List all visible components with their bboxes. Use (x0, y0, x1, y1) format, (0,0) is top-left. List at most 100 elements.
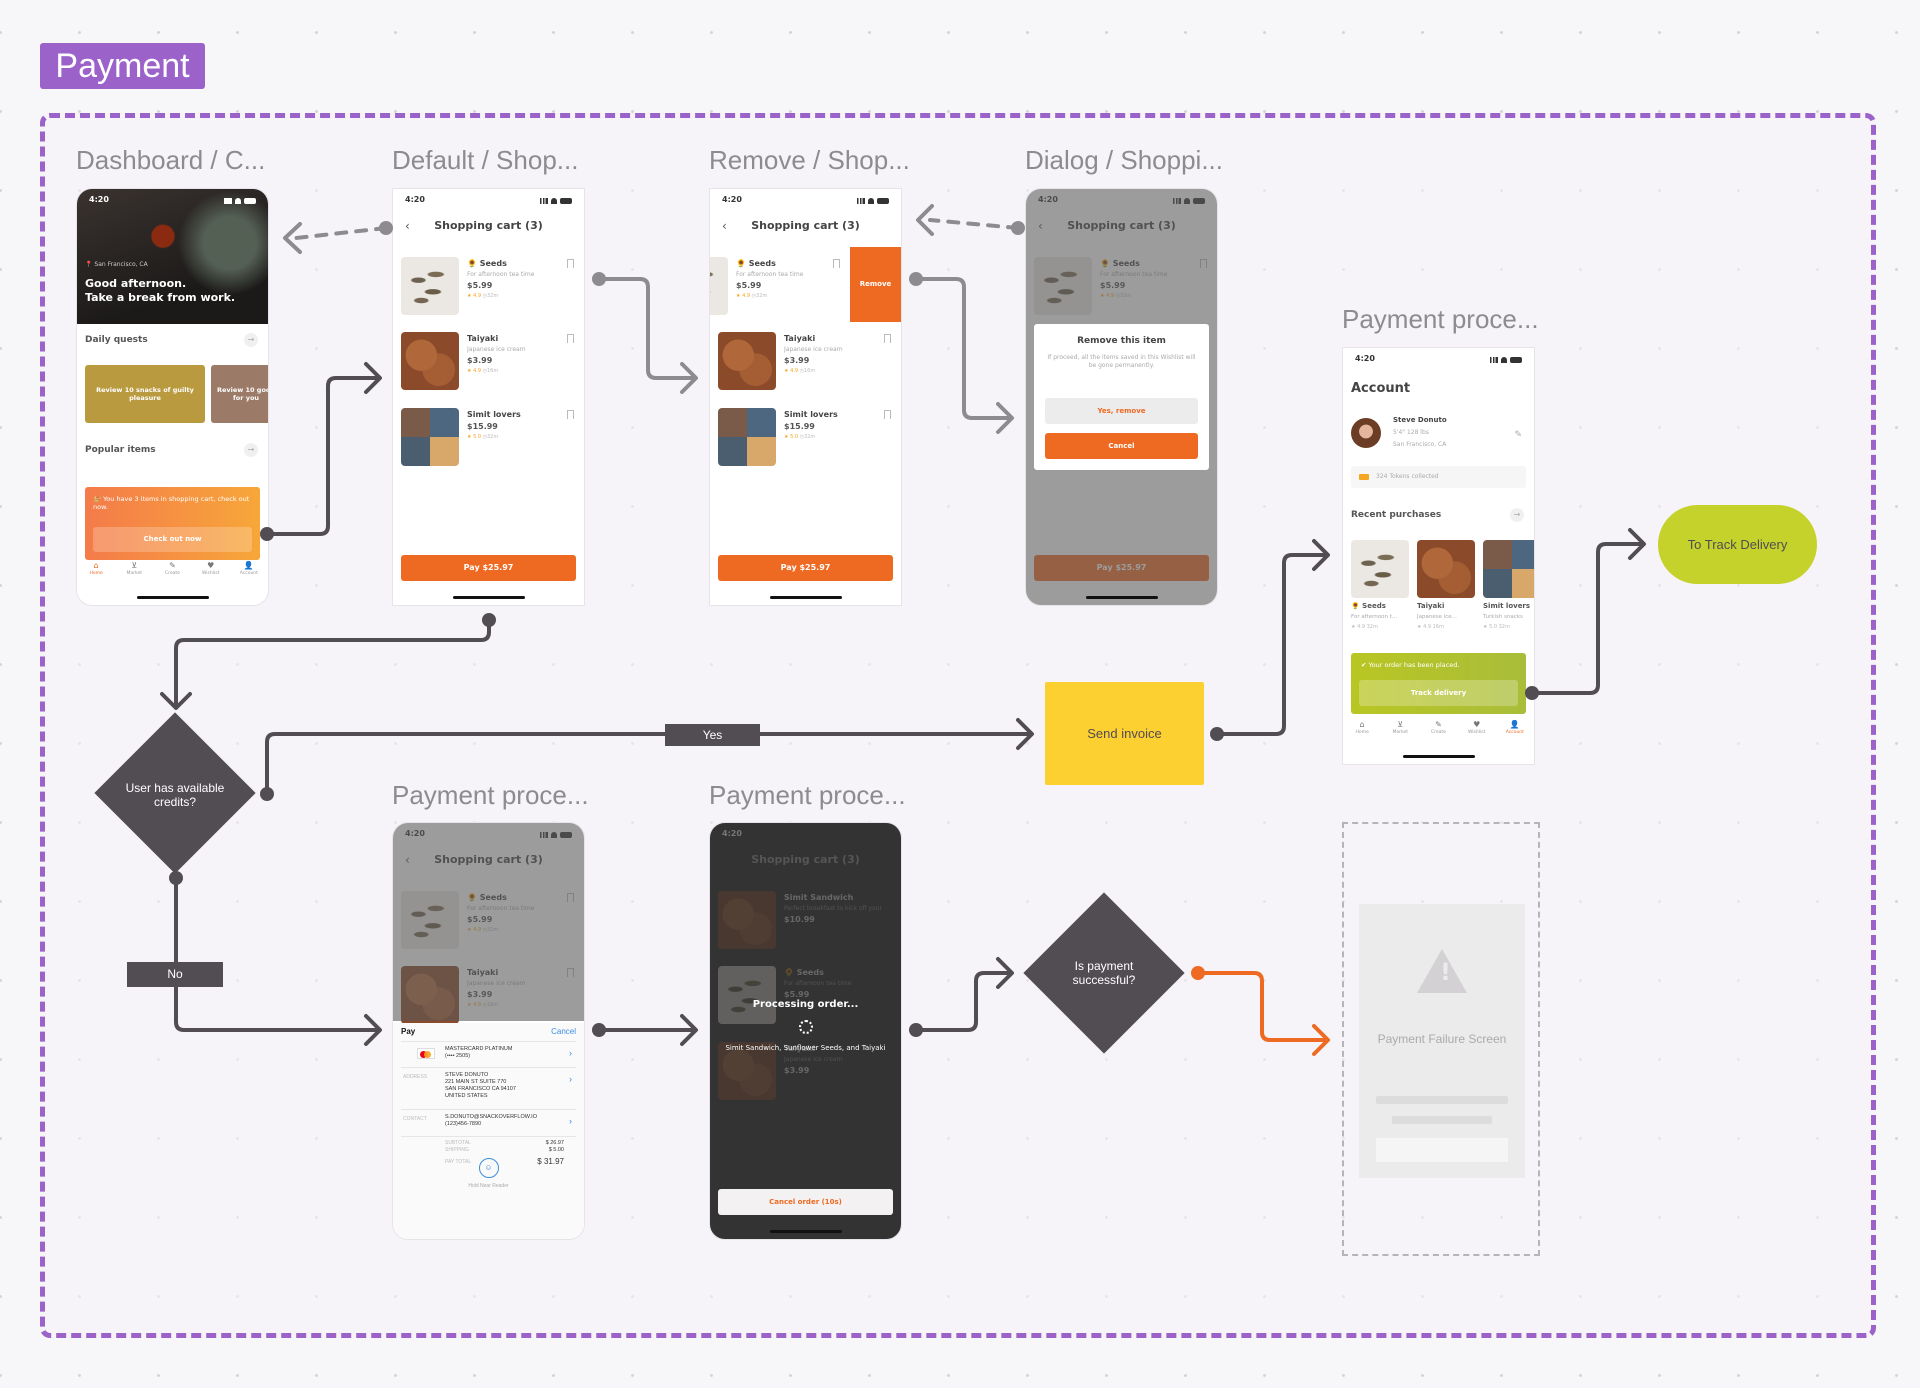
user-name: Steve Donuto (1393, 416, 1447, 424)
remove-cart-screen[interactable]: 4:20 ‹ Shopping cart (3) 🌻 Seeds For afte… (709, 188, 902, 606)
tokens-badge: 324 Tokens collected (1351, 466, 1526, 488)
tab-create[interactable]: ✎ Create (1420, 720, 1456, 746)
dialog-cart-screen[interactable]: 4:20 ‹ Shopping cart (3) 🌻 SeedsFor afte… (1025, 188, 1218, 606)
wifi-icon (1501, 357, 1507, 363)
address-row[interactable]: ADDRESS STEVE DONUTO 221 MAIN ST SUITE 77… (401, 1067, 576, 1107)
bookmark-icon[interactable] (833, 259, 840, 268)
remove-button[interactable]: Remove (850, 247, 901, 322)
track-delivery-button[interactable]: Track delivery (1359, 680, 1518, 706)
tab-home[interactable]: ⌂ Home (1344, 720, 1380, 746)
status-time: 4:20 (89, 195, 109, 204)
tab-bar: ⌂ Home ⊻ Market ✎ Create ♥ Wishlist 👤 Account (77, 561, 268, 587)
pencil-icon: ✎ (1435, 720, 1442, 729)
item-image (401, 332, 459, 390)
checkout-banner: 🧺 You have 3 items in shopping cart, che… (85, 487, 260, 560)
dashboard-screen[interactable]: 4:20 📍 San Francisco, CA Good afternoon.… (76, 188, 269, 606)
popular-items-arrow-icon[interactable]: → (244, 443, 258, 457)
cancel-order-button[interactable]: Cancel order (10s) (718, 1189, 893, 1215)
yes-remove-button[interactable]: Yes, remove (1045, 398, 1198, 424)
purchase-meta: ★ 4.9 16m (1417, 624, 1444, 630)
item-image (401, 408, 459, 466)
pay-button[interactable]: Pay $25.97 (718, 555, 893, 581)
cart-item[interactable]: Simit lovers $15.99 ★ 5.0 ◷32m (718, 408, 893, 478)
processing-title: Processing order... (752, 999, 859, 1010)
tab-home[interactable]: ⌂ Home (78, 561, 114, 587)
purchase-image[interactable] (1417, 540, 1475, 598)
tab-account[interactable]: 👤 Account (231, 561, 267, 587)
bookmark-icon[interactable] (884, 410, 891, 419)
purchase-desc: Turkish snacks (1483, 614, 1523, 620)
check-out-button[interactable]: Check out now (93, 527, 252, 552)
bookmark-icon[interactable] (567, 334, 574, 343)
daily-quests-arrow-icon[interactable]: → (244, 333, 258, 347)
hero-image: 4:20 📍 San Francisco, CA Good afternoon.… (77, 189, 268, 324)
payment-failure-screen[interactable]: ! Payment Failure Screen (1359, 904, 1525, 1178)
tab-wishlist[interactable]: ♥ Wishlist (1459, 720, 1495, 746)
screen-title-dashboard: Dashboard / C... (76, 145, 266, 175)
daily-quests-heading: Daily quests (85, 335, 148, 345)
edit-icon[interactable]: ✎ (1514, 430, 1522, 440)
signal-icon (540, 198, 548, 204)
status-time: 4:20 (722, 195, 742, 204)
wifi-icon (551, 198, 557, 204)
decision-payment-label: Is payment successful? (1072, 959, 1136, 987)
purchase-meta: ★ 5.0 32m (1483, 624, 1510, 630)
cancel-button[interactable]: Cancel (1045, 433, 1198, 459)
bookmark-icon[interactable] (567, 410, 574, 419)
contact-row[interactable]: CONTACT S.DONUTO@SNACKOVERFLOW.IO (123)45… (401, 1109, 576, 1135)
purchase-image[interactable] (1351, 540, 1409, 598)
section-label: Payment (40, 43, 205, 89)
screen-title-dialog-cart: Dialog / Shoppi... (1025, 145, 1224, 175)
item-image (718, 408, 776, 466)
purchase-desc: For afternoon t... (1351, 614, 1398, 620)
purchase-meta: ★ 4.9 32m (1351, 624, 1378, 630)
apple-pay-screen[interactable]: 4:20 ‹ Shopping cart (3) 🌻 SeedsFor afte… (392, 822, 585, 1240)
screen-title-account: Payment proce... (1342, 304, 1539, 334)
recent-purchases-arrow-icon[interactable]: → (1510, 508, 1524, 522)
bookmark-icon[interactable] (884, 334, 891, 343)
signal-icon (224, 198, 232, 204)
section-frame (40, 113, 1876, 1338)
cart-item[interactable]: Taiyaki Japanese ice cream $3.99 ★ 4.9 ◷16m (401, 332, 576, 402)
tab-account[interactable]: 👤 Account (1497, 720, 1533, 746)
avatar (1351, 418, 1381, 448)
tab-market[interactable]: ⊻ Market (1382, 720, 1418, 746)
home-indicator (769, 596, 842, 599)
wifi-icon (868, 198, 874, 204)
home-indicator (452, 596, 525, 599)
user-stats: 5'4" 128 lbs (1393, 429, 1429, 436)
battery-icon (1510, 357, 1522, 363)
basket-icon: ⊻ (131, 561, 138, 570)
battery-icon (560, 198, 572, 204)
cart-item[interactable]: Taiyaki Japanese ice cream $3.99 ★ 4.9 ◷16m (718, 332, 893, 402)
person-icon: 👤 (243, 561, 254, 570)
home-icon: ⌂ (1359, 720, 1365, 729)
cart-item[interactable]: 🌻 Seeds For afternoon tea time $5.99 ★ 4.9 … (401, 257, 576, 327)
tab-wishlist[interactable]: ♥ Wishlist (193, 561, 229, 587)
apple-pay-cancel-button[interactable]: Cancel (551, 1027, 576, 1036)
cart-item-swiped[interactable]: 🌻 Seeds For afternoon tea time $5.99 ★ 4.9 … (710, 257, 842, 327)
heart-icon: ♥ (207, 561, 215, 570)
home-indicator (769, 1230, 842, 1233)
quest-card[interactable]: Review 10 snacks of guilty pleasure (85, 365, 205, 423)
tab-create[interactable]: ✎ Create (154, 561, 190, 587)
cart-header: Shopping cart (3) (751, 853, 860, 866)
bookmark-icon[interactable] (567, 259, 574, 268)
failure-placeholder-frame: ! Payment Failure Screen (1342, 822, 1540, 1256)
signal-icon (857, 198, 865, 204)
cart-item[interactable]: Simit lovers $15.99 ★ 5.0 ◷32m (401, 408, 576, 478)
purchase-image[interactable] (1483, 540, 1534, 598)
payment-card-row[interactable]: MASTERCARD PLATINUM (•••• 2505) › (401, 1041, 576, 1065)
item-image (718, 332, 776, 390)
wifi-icon (235, 198, 241, 204)
home-indicator (1085, 596, 1158, 599)
home-icon: ⌂ (93, 561, 99, 570)
battery-icon (877, 198, 889, 204)
quest-card[interactable]: Review 10 good for you (211, 365, 268, 423)
popular-items-heading: Popular items (85, 445, 156, 455)
tab-market[interactable]: ⊻ Market (116, 561, 152, 587)
processing-screen[interactable]: 4:20 Shopping cart (3) Simit Sandwich Per… (709, 822, 902, 1240)
account-screen[interactable]: 4:20 Account Steve Donuto 5'4" 128 lbs S… (1342, 347, 1535, 765)
pay-button[interactable]: Pay $25.97 (401, 555, 576, 581)
default-cart-screen[interactable]: 4:20 ‹ Shopping cart (3) 🌻 Seeds For afte… (392, 188, 585, 606)
